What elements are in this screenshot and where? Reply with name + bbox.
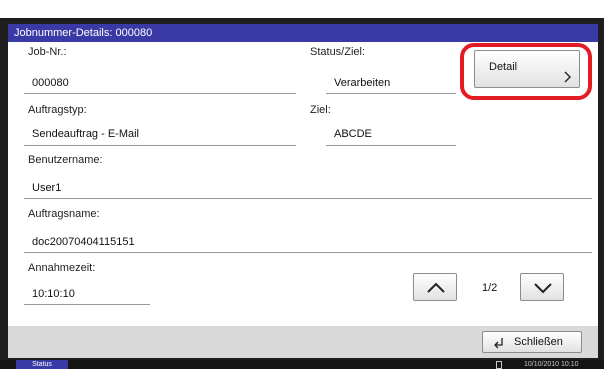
status-divider [326,93,456,94]
chevron-down-icon [534,283,552,294]
ziel-divider [326,145,456,146]
benutzername-value: User1 [32,182,62,194]
auftragstyp-divider [24,145,296,146]
status-tab[interactable]: Status [16,360,68,369]
close-button[interactable]: Schließen [482,331,582,353]
annahmezeit-value: 10:10:10 [32,288,75,300]
ziel-value: ABCDE [334,128,372,140]
annahmezeit-label: Annahmezeit: [28,262,96,274]
detail-highlight-ring [460,43,592,100]
page-down-button[interactable] [520,273,564,301]
bottom-bar: Schließen [8,326,598,358]
system-status-bar: Status 10/10/2010 10:10 [0,360,604,369]
auftragsname-label: Auftragsname: [28,208,100,220]
page-indicator: 1/2 [482,282,498,294]
close-button-label: Schließen [514,336,563,348]
auftragsname-value: doc20070404115151 [32,236,135,248]
return-arrow-icon [494,338,503,349]
auftragstyp-value: Sendeauftrag - E-Mail [32,128,139,140]
status-value: Verarbeiten [334,77,391,89]
job-nr-value: 000080 [32,77,69,89]
document-icon [496,361,502,369]
job-nr-label: Job-Nr.: [28,46,67,58]
window-title: Jobnummer-Details: 000080 [14,27,153,39]
datetime-display: 10/10/2010 10:10 [524,361,579,368]
chevron-up-icon [427,282,445,293]
annahmezeit-divider [24,304,150,305]
window-title-bar: Jobnummer-Details: 000080 [8,24,598,42]
job-nr-divider [24,93,296,94]
auftragsname-divider [24,252,592,253]
benutzername-divider [24,198,592,199]
auftragstyp-label: Auftragstyp: [28,104,87,116]
benutzername-label: Benutzername: [28,154,103,166]
ziel-label: Ziel: [310,104,331,116]
status-label: Status/Ziel: [310,46,366,58]
page-up-button[interactable] [413,273,457,301]
